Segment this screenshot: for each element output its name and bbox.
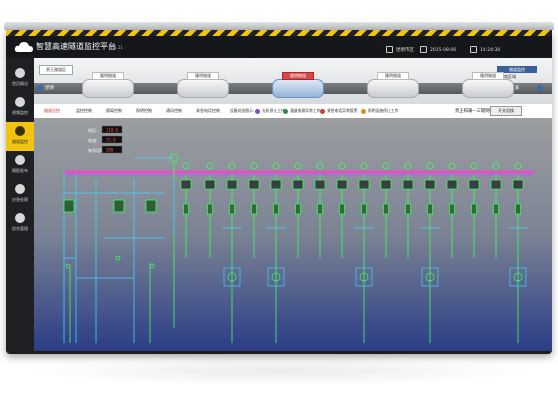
window-shadow bbox=[20, 356, 538, 386]
svg-text:380: 380 bbox=[106, 148, 114, 153]
tunnel-segment-selected[interactable] bbox=[272, 79, 324, 98]
tunnel-segment[interactable] bbox=[462, 79, 514, 98]
broadcast-icon bbox=[15, 155, 25, 165]
sidebar-item-video[interactable]: 视频监控 bbox=[6, 93, 34, 122]
arrow-left-icon bbox=[36, 84, 42, 92]
calendar-icon bbox=[420, 46, 427, 53]
tunnel-label[interactable]: 隆明隧道 bbox=[472, 72, 504, 80]
app-title: 智慧高速隧道监控平台 bbox=[36, 42, 116, 51]
alert-icon bbox=[15, 184, 25, 194]
legend-dot-icon bbox=[320, 108, 325, 114]
date-display: 2015-08-06 bbox=[420, 46, 456, 54]
location-pin-icon bbox=[386, 46, 393, 53]
dashboard-icon bbox=[15, 68, 25, 78]
legend-item: 紧急电话异常报警 bbox=[320, 108, 357, 114]
tunnel-segment[interactable] bbox=[367, 79, 419, 98]
gear-icon bbox=[15, 213, 25, 223]
svg-text:电流：: 电流： bbox=[88, 137, 100, 143]
tunnel-label-selected[interactable]: 隆明隧道 bbox=[282, 72, 314, 80]
tab-ventilation-control[interactable]: 通风控制 bbox=[166, 107, 182, 115]
legend-dot-icon bbox=[255, 108, 260, 114]
tab-emergency-phone-control[interactable]: 紧急电话控制 bbox=[196, 107, 220, 115]
legend-item: 无机停止工作 bbox=[255, 108, 285, 114]
location-display[interactable]: 昆明市区 bbox=[386, 46, 414, 54]
camera-icon bbox=[15, 97, 25, 107]
sidebar-item-tunnel[interactable]: 隧道监控 bbox=[6, 122, 34, 151]
sidebar-item-emergency[interactable]: 应急处理 bbox=[6, 180, 34, 209]
area-tab[interactable]: 贵王隧道区 bbox=[39, 65, 73, 75]
tunnel-icon bbox=[15, 126, 25, 136]
cloud-logo-icon bbox=[14, 42, 34, 52]
clock-icon bbox=[470, 46, 477, 53]
legend-title: 设备状态图示： bbox=[230, 108, 257, 113]
sidebar-item-overview[interactable]: 首页概况 bbox=[6, 64, 34, 93]
tab-master-control[interactable]: 隧道总控 bbox=[44, 107, 60, 115]
tunnel-segment[interactable] bbox=[82, 79, 134, 98]
legend-item: 照明设施停止工作 bbox=[361, 108, 398, 114]
voltage-meter: 电压： 110.6 bbox=[88, 125, 123, 134]
direction-left-label: 昆明 bbox=[45, 86, 54, 91]
arrow-right-icon bbox=[538, 84, 544, 92]
legend-dot-icon bbox=[361, 108, 366, 114]
svg-text:75.8: 75.8 bbox=[106, 138, 116, 143]
tab-lighting-control[interactable]: 照明控制 bbox=[136, 107, 152, 115]
sidebar-item-management[interactable]: 综合管理 bbox=[6, 209, 34, 238]
tunnel-label[interactable]: 隆明隧道 bbox=[92, 72, 124, 80]
time-display: 14:24:30 bbox=[470, 46, 500, 54]
window-frame-top bbox=[4, 22, 554, 30]
legend-dot-icon bbox=[283, 108, 288, 114]
tab-isolation-control[interactable]: 隔离控制 bbox=[106, 107, 122, 115]
tunnel-segment[interactable] bbox=[177, 79, 229, 98]
svg-text:电压：: 电压： bbox=[88, 127, 100, 133]
app-version: V 1.11 bbox=[110, 45, 123, 50]
electrical-single-line-diagram: 电压： 110.6 电流： 75.8 有功功率： 380 bbox=[34, 118, 552, 351]
switch-operation-button[interactable]: 开关组操 bbox=[490, 106, 522, 116]
tab-monitor-control[interactable]: 监控控制 bbox=[76, 107, 92, 115]
power-meter: 有功功率： 380 bbox=[88, 145, 123, 154]
sidebar-item-broadcast[interactable]: 情报发布 bbox=[6, 151, 34, 180]
svg-text:110.6: 110.6 bbox=[106, 128, 119, 133]
current-meter: 电流： 75.8 bbox=[88, 135, 123, 144]
legend-item: 通道电源异常工作 bbox=[283, 108, 320, 114]
tunnel-label[interactable]: 隆明隧道 bbox=[377, 72, 409, 80]
tunnel-label[interactable]: 隆明隧道 bbox=[187, 72, 219, 80]
